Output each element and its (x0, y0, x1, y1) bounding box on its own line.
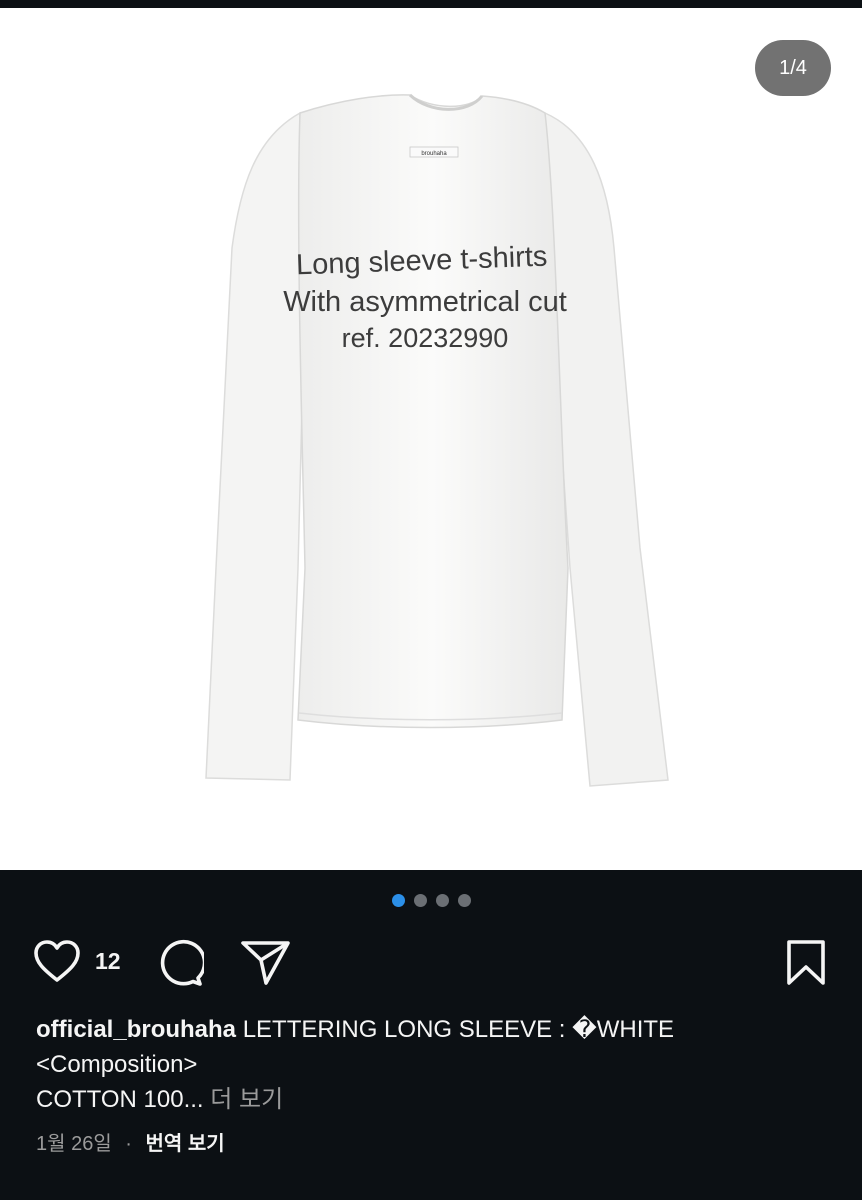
post-caption: official_brouhaha LETTERING LONG SLEEVE … (36, 1012, 836, 1117)
caption-first-line: official_brouhaha LETTERING LONG SLEEVE … (36, 1012, 836, 1047)
meta-separator: · (125, 1133, 132, 1155)
shirt-label-text: brouhaha (421, 151, 447, 157)
more-button[interactable]: 더 보기 (210, 1086, 283, 1113)
caption-text-line-1: LETTERING LONG SLEEVE : �WHITE (242, 1016, 675, 1043)
status-strip (0, 0, 862, 8)
username-link[interactable]: official_brouhaha (36, 1016, 236, 1043)
caption-text-line-3: COTTON 100... (36, 1086, 204, 1113)
translate-button[interactable]: 번역 보기 (146, 1133, 225, 1155)
post-action-bar: 12 (0, 934, 862, 992)
bookmark-icon[interactable] (785, 939, 827, 992)
post-meta: 1월 26일 · 번역 보기 (36, 1127, 225, 1156)
image-counter-badge: 1/4 (755, 40, 831, 96)
post-date: 1월 26일 (36, 1133, 112, 1155)
carousel-dot (413, 894, 427, 907)
carousel-indicator (0, 894, 862, 910)
print-line-2: With asymmetrical cut (283, 286, 567, 318)
carousel-dot (457, 894, 471, 907)
carousel-dot (435, 894, 449, 907)
caption-last-line: COTTON 100... 더 보기 (36, 1082, 836, 1117)
print-line-3: ref. 20232990 (342, 323, 509, 353)
caption-text-line-2: <Composition> (36, 1051, 198, 1078)
shirt-image: brouhaha Long sleeve t-shirts With asymm… (205, 93, 669, 787)
paper-plane-icon[interactable] (240, 939, 292, 992)
carousel-dot-active (391, 894, 405, 907)
left-sleeve (205, 111, 306, 781)
shirt-body (297, 94, 569, 729)
comment-bubble-icon[interactable] (154, 938, 207, 993)
post-image[interactable]: brouhaha Long sleeve t-shirts With asymm… (0, 8, 862, 870)
heart-icon[interactable] (33, 939, 81, 990)
like-count[interactable]: 12 (95, 948, 121, 975)
